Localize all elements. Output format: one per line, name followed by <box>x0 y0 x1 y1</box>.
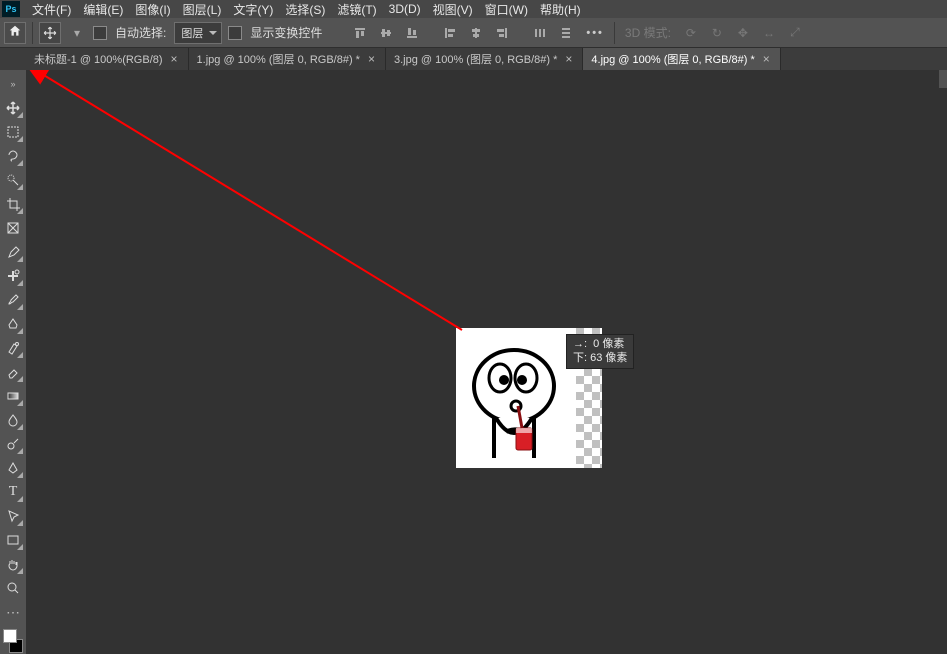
tab-label: 未标题-1 @ 100%(RGB/8) <box>34 51 163 67</box>
auto-select-label: 自动选择: <box>113 24 168 41</box>
align-right-edges-icon[interactable] <box>492 23 512 43</box>
canvas-area[interactable]: →: 0 像素 下: 63 像素 <box>26 70 947 588</box>
quick-select-tool[interactable] <box>2 169 24 191</box>
doc-tab-3jpg[interactable]: 3.jpg @ 100% (图层 0, RGB/8#) * × <box>386 48 583 70</box>
three-d-mode-label: 3D 模式: <box>621 24 675 41</box>
align-vcenter-icon[interactable] <box>376 23 396 43</box>
drag-measurement-tooltip: →: 0 像素 下: 63 像素 <box>566 334 634 369</box>
marquee-tool[interactable] <box>2 121 24 143</box>
color-swatches[interactable] <box>2 628 24 654</box>
chevron-down-icon[interactable]: ▾ <box>67 23 87 43</box>
menu-image[interactable]: 图像(I) <box>129 0 176 20</box>
doc-tab-untitled[interactable]: 未标题-1 @ 100%(RGB/8) × <box>26 48 189 70</box>
foreground-color-swatch[interactable] <box>3 629 17 643</box>
eraser-tool[interactable] <box>2 361 24 383</box>
menu-view[interactable]: 视图(V) <box>427 0 479 20</box>
tools-panel: » T ⋯ <box>0 70 26 654</box>
brush-tool[interactable] <box>2 289 24 311</box>
menu-window[interactable]: 窗口(W) <box>479 0 534 20</box>
doc-tab-1jpg[interactable]: 1.jpg @ 100% (图层 0, RGB/8#) * × <box>189 48 386 70</box>
tab-label: 4.jpg @ 100% (图层 0, RGB/8#) * <box>591 51 754 67</box>
menu-help[interactable]: 帮助(H) <box>534 0 587 20</box>
frame-tool[interactable] <box>2 217 24 239</box>
type-tool[interactable]: T <box>2 481 24 503</box>
roll-3d-icon[interactable]: ↻ <box>707 23 727 43</box>
menu-3d[interactable]: 3D(D) <box>383 0 427 18</box>
menu-type[interactable]: 文字(Y) <box>227 0 279 20</box>
ps-logo: Ps <box>2 1 20 17</box>
tab-label: 1.jpg @ 100% (图层 0, RGB/8#) * <box>197 51 360 67</box>
zoom-3d-icon[interactable]: ⤢ <box>785 23 805 43</box>
menu-select[interactable]: 选择(S) <box>279 0 331 20</box>
align-top-edges-icon[interactable] <box>350 23 370 43</box>
align-bottom-edges-icon[interactable] <box>402 23 422 43</box>
close-icon[interactable]: × <box>563 52 574 66</box>
rectangle-tool[interactable] <box>2 529 24 551</box>
spot-heal-tool[interactable] <box>2 265 24 287</box>
move-tool[interactable] <box>2 97 24 119</box>
distribute-h-icon[interactable] <box>530 23 550 43</box>
options-bar: ▾ 自动选择: 图层 显示变换控件 ••• 3D 模式: ⟳ ↻ ✥ ↔ ⤢ <box>0 18 947 48</box>
align-left-edges-icon[interactable] <box>440 23 460 43</box>
divider <box>614 22 615 44</box>
crop-tool[interactable] <box>2 193 24 215</box>
edit-toolbar-icon[interactable]: ⋯ <box>2 601 24 623</box>
toolbar-flyout-icon[interactable]: » <box>2 73 24 95</box>
show-transform-checkbox[interactable] <box>228 26 242 40</box>
hand-tool[interactable] <box>2 553 24 575</box>
menu-layer[interactable]: 图层(L) <box>177 0 228 20</box>
align-hcenter-icon[interactable] <box>466 23 486 43</box>
document-tabs: 未标题-1 @ 100%(RGB/8) × 1.jpg @ 100% (图层 0… <box>0 48 947 70</box>
dodge-tool[interactable] <box>2 433 24 455</box>
tab-label: 3.jpg @ 100% (图层 0, RGB/8#) * <box>394 51 557 67</box>
collapsed-panels-strip[interactable] <box>939 70 947 88</box>
close-icon[interactable]: × <box>366 52 377 66</box>
doc-tab-4jpg[interactable]: 4.jpg @ 100% (图层 0, RGB/8#) * × <box>583 48 780 70</box>
lasso-tool[interactable] <box>2 145 24 167</box>
path-select-tool[interactable] <box>2 505 24 527</box>
pan-3d-icon[interactable]: ✥ <box>733 23 753 43</box>
history-brush-tool[interactable] <box>2 337 24 359</box>
more-options-icon[interactable]: ••• <box>582 27 608 39</box>
blur-tool[interactable] <box>2 409 24 431</box>
eyedropper-tool[interactable] <box>2 241 24 263</box>
distribute-v-icon[interactable] <box>556 23 576 43</box>
menu-edit[interactable]: 编辑(E) <box>77 0 129 20</box>
tooltip-line1: →: 0 像素 <box>573 338 624 350</box>
home-icon <box>8 24 22 41</box>
menubar: Ps 文件(F) 编辑(E) 图像(I) 图层(L) 文字(Y) 选择(S) 滤… <box>0 0 947 18</box>
menu-filter[interactable]: 滤镜(T) <box>331 0 382 20</box>
clone-stamp-tool[interactable] <box>2 313 24 335</box>
orbit-3d-icon[interactable]: ⟳ <box>681 23 701 43</box>
image-content <box>456 328 576 468</box>
auto-select-checkbox[interactable] <box>93 26 107 40</box>
tooltip-line2: 下: 63 像素 <box>573 352 627 364</box>
home-button[interactable] <box>4 22 26 44</box>
close-icon[interactable]: × <box>169 52 180 66</box>
slide-3d-icon[interactable]: ↔ <box>759 23 779 43</box>
show-transform-label: 显示变换控件 <box>248 24 324 41</box>
gradient-tool[interactable] <box>2 385 24 407</box>
pen-tool[interactable] <box>2 457 24 479</box>
menu-file[interactable]: 文件(F) <box>26 0 77 20</box>
zoom-tool[interactable] <box>2 577 24 599</box>
close-icon[interactable]: × <box>761 52 772 66</box>
auto-select-target[interactable]: 图层 <box>174 22 222 44</box>
divider <box>32 22 33 44</box>
move-tool-indicator[interactable] <box>39 22 61 44</box>
